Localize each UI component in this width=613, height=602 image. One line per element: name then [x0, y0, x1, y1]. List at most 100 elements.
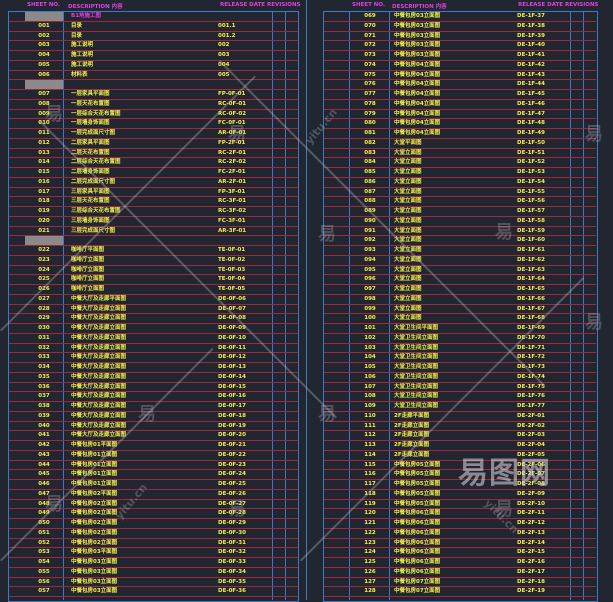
sheet-code: DE-1F-64 [517, 276, 545, 283]
sheet-number: 081 [364, 130, 376, 136]
sheet-number: 082 [364, 139, 376, 146]
table-row: 109 大堂卫生间立面图 DE-1F-77 [324, 402, 596, 412]
sheet-description: 中餐包房03立面图 [394, 52, 441, 58]
sheet-description: 中餐包房06立面图 [394, 568, 441, 575]
table-row: 085 大堂立面图 DE-1F-53 [324, 168, 596, 178]
sheet-code: DE-1F-66 [517, 295, 545, 302]
sheet-number: 083 [364, 149, 376, 156]
sheet-code: DE-2F-11 [517, 510, 545, 517]
sheet-number: 078 [364, 100, 376, 107]
sheet-code: DE-1F-45 [517, 91, 545, 97]
sheet-number: 110 [364, 412, 376, 419]
sheet-number: 072 [364, 42, 376, 49]
sheet-description: 中餐包房05立面图 [394, 500, 441, 507]
sheet-description: 大堂卫生间立面图 [394, 393, 439, 400]
sheet-number: 127 [364, 578, 376, 585]
table-row: 090 大堂立面图 DE-1F-58 [324, 217, 596, 227]
sheet-code: DE-1F-57 [517, 208, 545, 214]
sheet-description: 中餐包房07立面图 [394, 578, 441, 585]
sheet-code: DE-1F-41 [517, 52, 545, 58]
sheet-description: 中餐包房03立面图 [394, 22, 441, 29]
right-sheet-table: SHEET NO. DESCRIPTION 内容 RELEASE DATE RE… [0, 0, 613, 602]
header-release: RELEASE DATE REVISIONS [518, 2, 599, 8]
sheet-description: 大堂立面图 [394, 178, 422, 185]
sheet-code: DE-1F-53 [517, 169, 545, 175]
sheet-code: DE-1F-73 [517, 364, 545, 370]
sheet-code: DE-1F-55 [517, 188, 545, 195]
sheet-description: 中餐包房05立面图 [394, 461, 441, 468]
sheet-description: 中餐包房04立面图 [394, 110, 441, 117]
sheet-description: 大堂立面图 [394, 149, 422, 156]
sheet-number: 100 [364, 315, 376, 322]
sheet-number: 074 [364, 61, 376, 68]
sheet-number: 123 [364, 539, 376, 546]
sheet-description: 大堂立面图 [394, 315, 422, 322]
table-row: 112 2F走廊立面图 DE-2F-03 [324, 431, 596, 442]
sheet-code: DE-1F-48 [517, 120, 545, 127]
table-row: 128 中餐包房07立面图 DE-2F-19 [324, 587, 596, 598]
sheet-description: 大堂立面图 [394, 208, 422, 214]
sheet-description: 大堂卫生间立面图 [394, 354, 439, 361]
sheet-description: 大堂平面图 [394, 139, 422, 146]
sheet-description: 大堂立面图 [394, 159, 422, 166]
table-row: 080 中餐包房04立面图 DE-1F-48 [324, 119, 596, 130]
sheet-number: 101 [364, 325, 376, 331]
sheet-description: 大堂卫生间平面图 [394, 325, 439, 331]
sheet-description: 大堂卫生间立面图 [394, 344, 439, 351]
table-row: 103 大堂卫生间立面图 DE-1F-71 [324, 344, 596, 354]
sheet-description: 大堂立面图 [394, 227, 422, 234]
table-row: 104 大堂卫生间立面图 DE-1F-72 [324, 353, 596, 364]
table-row: 075 中餐包房04立面图 DE-1F-43 [324, 71, 596, 81]
table-row: 122 中餐包房06立面图 DE-2F-13 [324, 529, 596, 539]
sheet-code: DE-2F-19 [517, 588, 545, 595]
sheet-number: 080 [364, 120, 376, 127]
sheet-description: 中餐包房04立面图 [394, 81, 441, 88]
sheet-code: DE-1F-40 [517, 42, 545, 49]
sheet-code: DE-1F-44 [517, 81, 545, 88]
table-row: 078 中餐包房04立面图 DE-1F-46 [324, 100, 596, 110]
sheet-code: DE-2F-13 [517, 529, 545, 536]
table-row: 087 大堂立面图 DE-1F-55 [324, 188, 596, 198]
sheet-description: 大堂立面图 [394, 276, 422, 283]
sheet-description: 大堂卫生间立面图 [394, 373, 439, 380]
sheet-description: 大堂立面图 [394, 305, 422, 312]
sheet-description: 大堂立面图 [394, 198, 422, 205]
sheet-description: 中餐包房04立面图 [394, 100, 441, 107]
sheet-code: DE-1F-54 [517, 178, 545, 185]
sheet-number: 098 [364, 295, 376, 302]
table-row: 081 中餐包房04立面图 DE-1F-49 [324, 129, 596, 139]
sheet-number: 111 [364, 422, 376, 429]
sheet-number: 070 [364, 22, 376, 29]
header-description: DESCRIPTION 内容 [392, 4, 447, 10]
table-row: 110 2F走廊平面图 DE-2F-01 [324, 412, 596, 422]
sheet-code: DE-1F-59 [517, 227, 545, 234]
sheet-number: 093 [364, 247, 376, 253]
sheet-description: 中餐包房07立面图 [394, 588, 441, 595]
sheet-description: 大堂卫生间立面图 [394, 403, 439, 409]
table-row: 102 大堂卫生间立面图 DE-1F-70 [324, 334, 596, 344]
sheet-description: 中餐包房06立面图 [394, 559, 441, 565]
sheet-code: DE-1F-67 [517, 305, 545, 312]
sheet-description: 中餐包房06立面图 [394, 529, 441, 536]
sheet-number: 122 [364, 529, 376, 536]
sheet-code: DE-2F-18 [517, 578, 545, 585]
sheet-description: 大堂立面图 [394, 266, 422, 273]
table-row: 091 大堂立面图 DE-1F-59 [324, 227, 596, 237]
table-row: 106 大堂卫生间立面图 DE-1F-74 [324, 373, 596, 383]
sheet-number: 114 [364, 451, 376, 458]
sheet-number: 115 [364, 461, 376, 468]
sheet-description: 大堂立面图 [394, 217, 422, 224]
sheet-number: 125 [364, 559, 376, 565]
sheet-description: 大堂卫生间立面图 [394, 334, 439, 341]
table-row: 123 中餐包房06立面图 DE-2F-14 [324, 539, 596, 549]
sheet-number: 104 [364, 354, 376, 361]
sheet-code: DE-1F-46 [517, 100, 545, 107]
table-row: 124 中餐包房06立面图 DE-2F-15 [324, 548, 596, 559]
table-row: 101 大堂卫生间平面图 DE-1F-69 [324, 324, 596, 334]
sheet-code: DE-1F-49 [517, 130, 545, 136]
sheet-description: 中餐包房04立面图 [394, 61, 441, 68]
sheet-code: DE-1F-76 [517, 393, 545, 400]
sheet-number: 117 [364, 481, 376, 487]
sheet-number: 079 [364, 110, 376, 117]
sheet-number: 124 [364, 549, 376, 556]
